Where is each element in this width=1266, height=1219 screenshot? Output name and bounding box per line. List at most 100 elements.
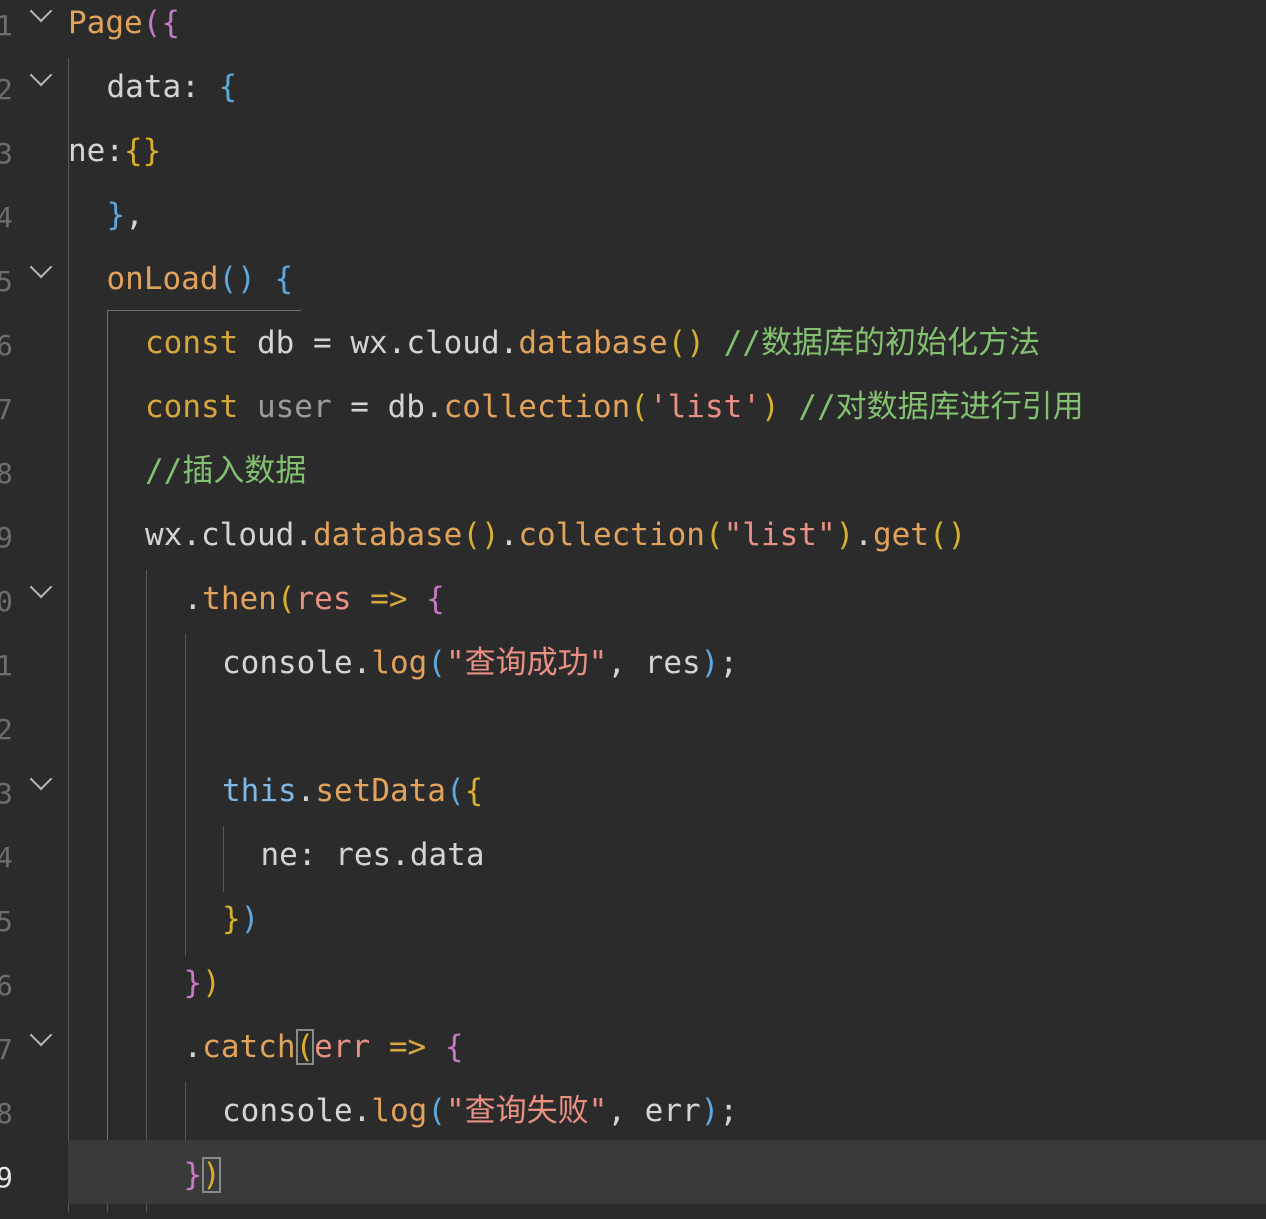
code-line[interactable]: 3 ne:{} — [0, 131, 1266, 195]
code-text[interactable]: }) — [184, 963, 221, 1003]
code-token: const — [145, 325, 257, 361]
chevron-down-icon[interactable] — [29, 255, 53, 279]
code-line[interactable]: 7 .catch(err => { — [0, 1023, 1266, 1091]
line-number: 9 — [0, 1161, 13, 1194]
code-line[interactable]: 5}) — [0, 899, 1266, 963]
code-token: catch — [202, 1029, 296, 1065]
code-token: data — [409, 837, 485, 873]
code-line[interactable]: 9 wx.cloud.database().collection("list").… — [0, 515, 1266, 579]
chevron-down-icon[interactable] — [29, 767, 53, 791]
code-line[interactable]: 3 this.setData({ — [0, 767, 1266, 835]
chevron-down-icon[interactable] — [29, 0, 53, 23]
code-editor[interactable]: 1 Page({2 data: {3 ne:{} 4}, 5 onLoad() {6 cons… — [0, 0, 1266, 1212]
code-text[interactable]: onLoad() { — [107, 259, 294, 299]
code-line[interactable]: 2 data: { — [0, 63, 1266, 131]
line-number: 9 — [0, 521, 13, 554]
code-line[interactable]: 1 console.log("查询成功", res); — [0, 643, 1266, 707]
code-text[interactable]: Page({ — [68, 3, 180, 43]
code-token: } — [106, 197, 126, 233]
code-token: this — [222, 773, 297, 809]
code-token: . — [391, 837, 410, 873]
code-token: get — [872, 517, 929, 553]
code-token: } — [183, 1157, 203, 1193]
code-line[interactable]: 8 //插入数据 — [0, 451, 1266, 515]
code-text[interactable]: const db = wx.cloud.database() //数据库的初始化… — [145, 323, 1040, 363]
code-token: //插入数据 — [145, 453, 307, 489]
code-token: () — [462, 517, 500, 553]
code-token: . — [352, 1093, 372, 1129]
code-line[interactable]: 5 onLoad() { — [0, 255, 1266, 323]
code-token: ) — [202, 965, 221, 1001]
code-token: ( — [427, 645, 446, 681]
line-number: 2 — [0, 73, 13, 106]
code-token: . — [499, 325, 519, 361]
code-token: log — [371, 645, 428, 681]
code-text[interactable]: wx.cloud.database().collection("list").g… — [145, 515, 966, 555]
code-line[interactable]: 9}) — [0, 1140, 1266, 1219]
code-token: ( — [704, 517, 724, 553]
code-token: . — [854, 517, 873, 553]
code-token: then — [202, 581, 277, 617]
code-token: cloud — [406, 325, 500, 361]
code-text[interactable]: console.log("查询成功", res); — [222, 643, 738, 683]
line-number: 7 — [0, 393, 13, 426]
code-token: console — [222, 1093, 353, 1129]
line-number: 3 — [0, 137, 13, 170]
code-token: , — [607, 645, 645, 681]
code-text[interactable]: this.setData({ — [222, 771, 483, 811]
chevron-down-icon[interactable] — [29, 63, 53, 87]
chevron-down-icon[interactable] — [29, 575, 53, 599]
code-token: ) — [700, 1093, 720, 1129]
code-text[interactable]: .catch(err => { — [184, 1027, 464, 1067]
code-token: { — [464, 773, 484, 809]
code-token: res — [644, 645, 701, 681]
line-number: 4 — [0, 841, 13, 874]
code-token: ne — [68, 133, 106, 169]
code-token: = — [331, 389, 388, 425]
code-token: => — [351, 581, 427, 617]
code-token: () — [928, 517, 967, 553]
code-token: 'list' — [648, 389, 761, 425]
code-token: setData — [315, 773, 446, 809]
code-token: ; — [719, 645, 738, 681]
code-line[interactable]: 6 const db = wx.cloud.database() //数据库的初始… — [0, 323, 1266, 387]
code-text[interactable]: ne:{} — [68, 131, 161, 171]
code-token: ( — [445, 773, 465, 809]
code-text[interactable]: .then(res => { — [184, 579, 445, 619]
code-token: "查询成功" — [446, 645, 608, 681]
code-token: Page — [68, 5, 143, 41]
current-line-highlight — [68, 1140, 1266, 1204]
code-token: collection — [443, 389, 631, 425]
code-token: ne — [260, 837, 298, 873]
code-token: . — [499, 517, 519, 553]
code-text[interactable]: const user = db.collection('list') //对数据… — [145, 387, 1084, 427]
code-line[interactable]: 0 .then(res => { — [0, 575, 1266, 643]
code-token: { — [274, 261, 294, 297]
line-number: 6 — [0, 329, 13, 362]
code-text[interactable]: data: { — [107, 67, 238, 107]
code-token: , — [607, 1093, 645, 1129]
code-line[interactable]: 1 Page({ — [0, 0, 1266, 67]
code-token: data — [106, 69, 182, 105]
chevron-down-icon[interactable] — [29, 1023, 53, 1047]
code-text[interactable]: //插入数据 — [145, 451, 306, 491]
code-text[interactable]: ne: res.data — [261, 835, 485, 875]
code-text[interactable]: }, — [107, 195, 144, 235]
code-line[interactable]: 4 ne: res.data — [0, 835, 1266, 899]
code-text[interactable]: console.log("查询失败", err); — [222, 1091, 738, 1131]
code-token: => — [370, 1029, 445, 1065]
line-number: 7 — [0, 1033, 13, 1066]
code-text[interactable]: }) — [184, 1155, 221, 1195]
code-token: ( — [630, 389, 649, 425]
code-token: console — [222, 645, 353, 681]
code-line[interactable]: 6}) — [0, 963, 1266, 1027]
code-line[interactable]: 7 const user = db.collection('list') //对数… — [0, 387, 1266, 451]
code-token: { — [218, 69, 238, 105]
code-line[interactable]: 4}, — [0, 195, 1266, 259]
code-line[interactable]: 2 — [0, 707, 1266, 771]
code-token: () — [667, 325, 705, 361]
code-text[interactable]: }) — [222, 899, 259, 939]
code-token: : — [297, 837, 336, 873]
